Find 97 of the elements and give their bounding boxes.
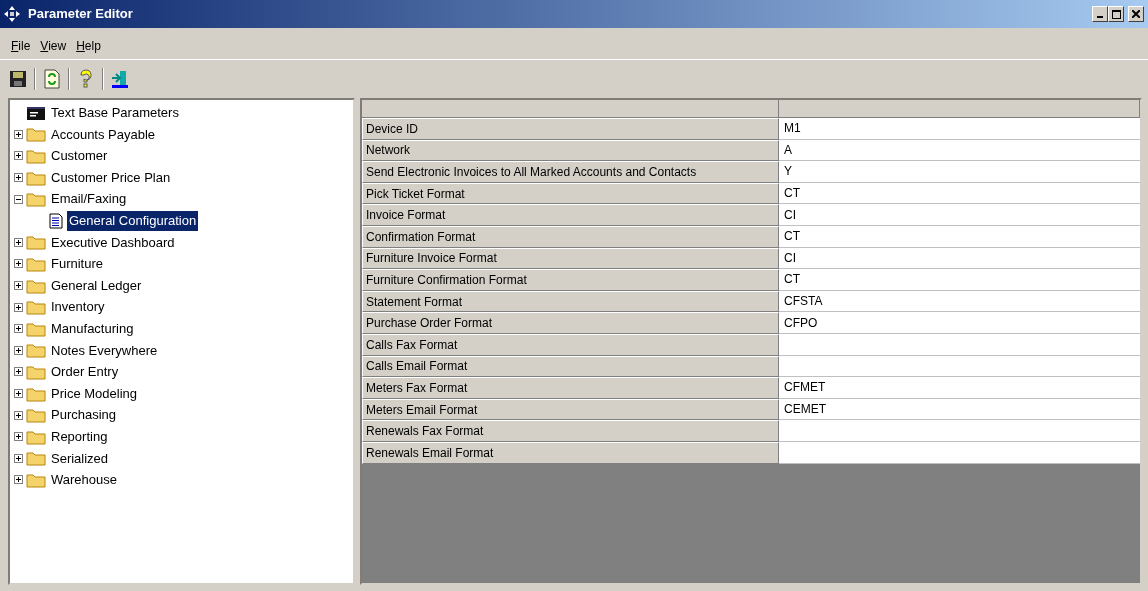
folder-icon [26, 363, 46, 380]
value-field[interactable]: A [779, 139, 1140, 162]
expand-icon[interactable] [14, 324, 23, 334]
refresh-icon [42, 69, 62, 89]
value-field[interactable]: Y [779, 161, 1140, 183]
expand-icon[interactable] [14, 367, 23, 377]
expand-icon[interactable] [14, 281, 23, 291]
menu-item[interactable]: View [35, 32, 72, 59]
value-field[interactable]: M1 [779, 118, 1140, 140]
exit-icon [110, 69, 130, 89]
parameter-name: Invoice Format [362, 204, 779, 226]
folder-icon [26, 471, 46, 488]
value-field[interactable] [779, 355, 1140, 378]
tree-item[interactable]: Price Modeling [49, 383, 139, 404]
folder-icon [26, 169, 46, 186]
parameter-name: Pick Ticket Format [362, 182, 779, 205]
folder-icon [26, 255, 46, 272]
tree-item[interactable]: Warehouse [49, 470, 119, 490]
tree-item[interactable]: Inventory [49, 297, 107, 317]
window-title: Parameter Editor [28, 5, 133, 24]
expand-icon[interactable] [14, 345, 23, 355]
menu-item[interactable]: File [6, 32, 36, 59]
expand-icon[interactable] [14, 302, 23, 312]
document-icon [48, 212, 64, 229]
window-icon [26, 104, 46, 121]
value-field[interactable]: CFPO [779, 312, 1140, 334]
folder-icon [26, 277, 46, 294]
value-field[interactable] [779, 333, 1140, 356]
tree-item[interactable]: Order Entry [49, 362, 121, 382]
tree-item[interactable]: Customer [49, 146, 110, 166]
expand-icon[interactable] [14, 173, 23, 183]
expand-icon[interactable] [14, 453, 23, 463]
parameter-name: Meters Fax Format [362, 377, 779, 399]
parameter-name: Furniture Invoice Format [362, 247, 779, 270]
expand-icon[interactable] [14, 389, 23, 398]
save-icon [8, 69, 28, 89]
folder-icon [26, 148, 46, 164]
value-field[interactable]: CI [779, 247, 1140, 270]
value-field[interactable]: CFMET [779, 377, 1140, 399]
maximize-button[interactable] [1108, 6, 1124, 22]
expand-icon[interactable] [14, 237, 23, 247]
close-icon [1132, 10, 1140, 18]
expand-icon[interactable] [14, 129, 23, 139]
folder-icon [26, 299, 46, 316]
tree-item[interactable]: Furniture [49, 254, 106, 274]
tree-item[interactable]: Customer Price Plan [49, 167, 173, 188]
value-field[interactable]: CT [779, 225, 1140, 248]
menu-item[interactable]: Help [71, 32, 106, 59]
folder-icon [26, 191, 46, 208]
tree-item[interactable]: General Ledger [49, 275, 144, 296]
parameter-name: Meters Email Format [362, 398, 779, 421]
collapse-icon[interactable] [14, 194, 23, 204]
value-field[interactable]: CT [779, 269, 1140, 291]
parameter-name: Renewals Email Format [362, 441, 779, 464]
parameter-name: Calls Email Format [362, 355, 779, 378]
value-field[interactable] [779, 441, 1140, 464]
minimize-button[interactable] [1092, 6, 1108, 22]
parameter-name: Send Electronic Invoices to All Marked Accounts and Contacts [362, 161, 779, 183]
parameter-name: Network [362, 139, 779, 162]
tree-item[interactable]: Serialized [49, 448, 111, 469]
tree-item[interactable]: Accounts Payable [49, 124, 158, 145]
folder-icon [26, 320, 46, 337]
parameter-name: Confirmation Format [362, 225, 779, 248]
parameter-name: Furniture Confirmation Format [362, 269, 779, 291]
app-icon [4, 6, 20, 22]
value-field[interactable]: CI [779, 204, 1140, 226]
tree-item[interactable]: Manufacturing [49, 319, 136, 339]
parameter-name: Calls Fax Format [362, 333, 779, 356]
expand-icon[interactable] [14, 151, 23, 161]
parameter-name: Device ID [362, 118, 779, 140]
folder-icon [26, 234, 46, 251]
value-field[interactable]: CFSTA [779, 290, 1140, 313]
tree-item[interactable]: Email/Faxing [49, 189, 129, 209]
folder-icon [26, 450, 46, 467]
close-button[interactable] [1128, 6, 1144, 22]
parameter-name: Statement Format [362, 290, 779, 313]
expand-icon[interactable] [14, 475, 23, 485]
expand-icon[interactable] [14, 259, 23, 269]
parameter-name: Renewals Fax Format [362, 420, 779, 442]
tree-item[interactable]: Notes Everywhere [49, 340, 160, 361]
value-field[interactable]: CEMET [779, 398, 1140, 421]
folder-icon [26, 407, 46, 424]
value-field[interactable] [779, 420, 1140, 442]
tree-item[interactable]: Executive Dashboard [49, 232, 177, 253]
folder-icon [26, 342, 46, 359]
tree-item[interactable]: Reporting [49, 426, 110, 447]
tree-item[interactable]: General Configuration [67, 211, 199, 231]
maximize-icon [1111, 9, 1121, 19]
folder-icon [26, 126, 46, 143]
expand-icon[interactable] [14, 432, 23, 442]
value-field[interactable]: CT [779, 182, 1140, 205]
tree-item[interactable]: Purchasing [49, 405, 119, 425]
tree-item[interactable]: Text Base Parameters [49, 103, 181, 123]
folder-icon [26, 428, 46, 445]
parameter-name: Purchase Order Format [362, 312, 779, 334]
expand-icon[interactable] [14, 410, 23, 420]
folder-icon [26, 385, 46, 402]
